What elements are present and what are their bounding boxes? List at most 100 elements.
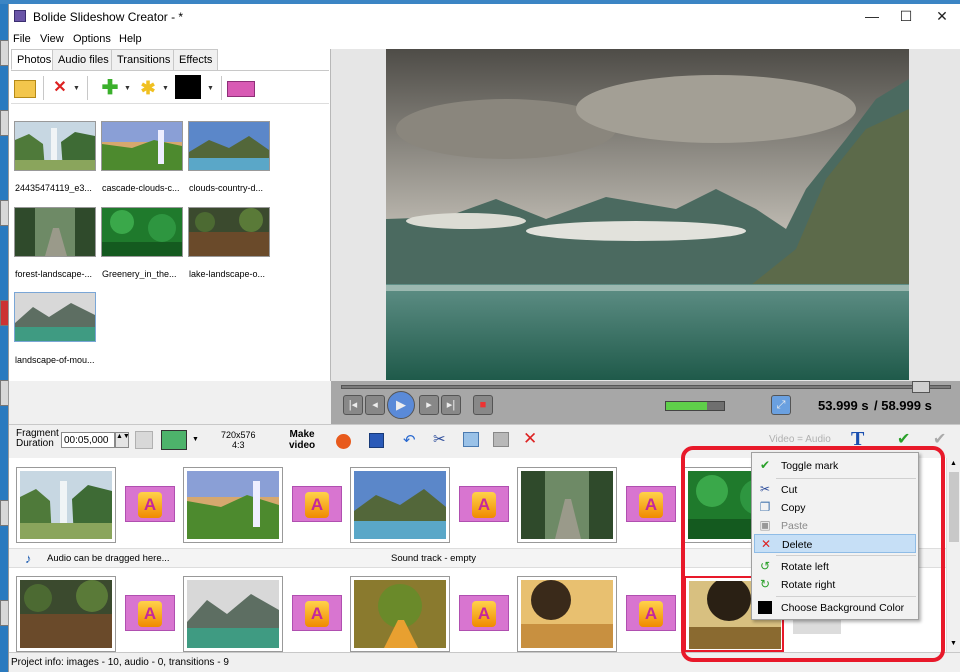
toolbar-separator xyxy=(87,76,88,100)
chevron-down-icon[interactable]: ▼ xyxy=(192,436,199,443)
tab-transitions[interactable]: Transitions xyxy=(111,49,177,70)
minimize-button[interactable]: — xyxy=(853,4,891,30)
scroll-down-icon[interactable]: ▼ xyxy=(950,640,957,647)
apply-duration-button[interactable] xyxy=(135,431,153,449)
seek-handle[interactable] xyxy=(911,381,930,393)
play-button[interactable]: ▶ xyxy=(387,391,415,419)
total-time: / 58.999 s xyxy=(874,398,932,413)
save-icon[interactable] xyxy=(369,433,384,448)
chevron-down-icon[interactable]: ▼ xyxy=(124,85,131,92)
stop-button[interactable]: ■ xyxy=(473,395,493,415)
copy-icon[interactable] xyxy=(463,432,479,447)
video-audio-toggle[interactable]: Video = Audio xyxy=(769,434,831,445)
photo-thumbnail[interactable] xyxy=(101,207,183,257)
storyboard-slide[interactable] xyxy=(183,467,283,543)
filmstrip-icon[interactable] xyxy=(227,81,255,97)
transition-tile[interactable]: A xyxy=(626,486,676,522)
photo-label: clouds-country-d... xyxy=(189,183,264,193)
storyboard-slide[interactable] xyxy=(183,576,283,652)
menu-options[interactable]: Options xyxy=(73,33,111,45)
toolbar-separator xyxy=(221,76,222,100)
scroll-thumb[interactable] xyxy=(949,472,959,542)
window-title: Bolide Slideshow Creator - * xyxy=(33,10,184,24)
tab-effects[interactable]: Effects xyxy=(173,49,219,70)
chevron-down-icon[interactable]: ▼ xyxy=(207,85,214,92)
cut-icon[interactable]: ✂ xyxy=(433,430,446,448)
preview-image xyxy=(386,49,909,380)
music-note-icon: ♪ xyxy=(25,551,32,566)
menu-bar: File View Options Help xyxy=(9,30,960,49)
media-toolbar: ✕ ▼ ✚ ▼ ✱ ▼ ▼ xyxy=(11,70,329,104)
next-button[interactable]: ▸ xyxy=(419,395,439,415)
resolution-label: 720x576 4:3 xyxy=(221,430,256,450)
transition-tile[interactable]: A xyxy=(292,486,342,522)
timeline-scrollbar[interactable]: ▲ ▼ xyxy=(946,458,960,652)
duration-spinner[interactable]: ▲▼ xyxy=(115,432,130,448)
seek-track[interactable] xyxy=(341,385,951,389)
tab-photos[interactable]: Photos xyxy=(11,49,58,70)
previous-button[interactable]: ◂ xyxy=(365,395,385,415)
close-button[interactable]: ✕ xyxy=(923,4,960,30)
maximize-button[interactable]: ☐ xyxy=(887,4,925,30)
title-bar: Bolide Slideshow Creator - * — ☐ ✕ xyxy=(9,4,960,30)
fullscreen-icon[interactable]: ⤢ xyxy=(771,395,791,415)
go-end-button[interactable]: ▸| xyxy=(441,395,461,415)
thumbnail-icon[interactable] xyxy=(161,430,187,450)
background-color-swatch[interactable] xyxy=(175,75,201,99)
photo-label: forest-landscape-... xyxy=(15,269,93,279)
menu-file[interactable]: File xyxy=(13,33,31,45)
audio-hint: Audio can be dragged here... xyxy=(47,553,170,564)
scroll-up-icon[interactable]: ▲ xyxy=(950,460,957,467)
transition-tile[interactable]: A xyxy=(459,486,509,522)
photo-thumbnail[interactable] xyxy=(14,207,96,257)
photo-label: cascade-clouds-c... xyxy=(102,183,180,193)
photo-thumbnail-selected[interactable] xyxy=(14,292,96,342)
app-icon xyxy=(14,10,26,22)
photo-label: lake-landscape-o... xyxy=(189,269,266,279)
photo-thumbnail[interactable] xyxy=(101,121,183,171)
photo-thumbnail[interactable] xyxy=(188,121,270,171)
photo-label: Greenery_in_the... xyxy=(102,269,177,279)
photo-label: landscape-of-mou... xyxy=(15,355,95,365)
storyboard-slide[interactable] xyxy=(517,576,617,652)
effect-star-icon[interactable]: ✱ xyxy=(137,77,159,99)
undo-icon[interactable]: ↶ xyxy=(403,431,416,449)
go-start-button[interactable]: |◂ xyxy=(343,395,363,415)
delete-x-icon[interactable]: ✕ xyxy=(49,77,71,99)
make-video-button[interactable]: Make video xyxy=(289,429,315,451)
duration-input[interactable]: 00:05,000 xyxy=(61,432,115,448)
paste-icon[interactable] xyxy=(493,432,509,447)
storyboard-slide[interactable] xyxy=(350,576,450,652)
preview-panel: |◂ ◂ ▶ ▸ ▸| ■ ⤢ 53.999 s / 58.999 s xyxy=(331,49,960,425)
menu-help[interactable]: Help xyxy=(119,33,142,45)
fragment-duration-label: Fragment Duration xyxy=(16,428,59,449)
storyboard-slide[interactable] xyxy=(16,467,116,543)
add-plus-icon[interactable]: ✚ xyxy=(99,77,121,99)
photo-label: 24435474119_e3... xyxy=(15,183,92,193)
transition-tile[interactable]: A xyxy=(125,486,175,522)
open-folder-icon[interactable] xyxy=(14,80,36,98)
volume-slider[interactable] xyxy=(665,401,725,411)
soundtrack-label: Sound track - empty xyxy=(391,553,477,564)
chevron-down-icon[interactable]: ▼ xyxy=(73,85,80,92)
chevron-down-icon[interactable]: ▼ xyxy=(162,85,169,92)
photo-thumbnail[interactable] xyxy=(188,207,270,257)
storyboard-slide[interactable] xyxy=(16,576,116,652)
storyboard-slide[interactable] xyxy=(517,467,617,543)
tab-audio-files[interactable]: Audio files xyxy=(52,49,115,70)
transition-tile[interactable]: A xyxy=(459,595,509,631)
photo-thumbnail[interactable] xyxy=(14,121,96,171)
media-panel: Photos Audio files Transitions Effects ✕… xyxy=(9,49,331,381)
transition-tile[interactable]: A xyxy=(292,595,342,631)
transition-tile[interactable]: A xyxy=(626,595,676,631)
transition-tile[interactable]: A xyxy=(125,595,175,631)
storyboard-slide[interactable] xyxy=(350,467,450,543)
app-window: Bolide Slideshow Creator - * — ☐ ✕ File … xyxy=(8,4,960,672)
menu-view[interactable]: View xyxy=(40,33,64,45)
project-info: Project info: images - 10, audio - 0, tr… xyxy=(11,657,229,668)
current-time: 53.999 s xyxy=(818,398,869,413)
delete-icon[interactable]: ✕ xyxy=(523,429,537,449)
player-controls: |◂ ◂ ▶ ▸ ▸| ■ ⤢ 53.999 s / 58.999 s xyxy=(331,381,960,425)
record-icon[interactable] xyxy=(336,434,351,449)
highlight-callout xyxy=(681,446,945,662)
